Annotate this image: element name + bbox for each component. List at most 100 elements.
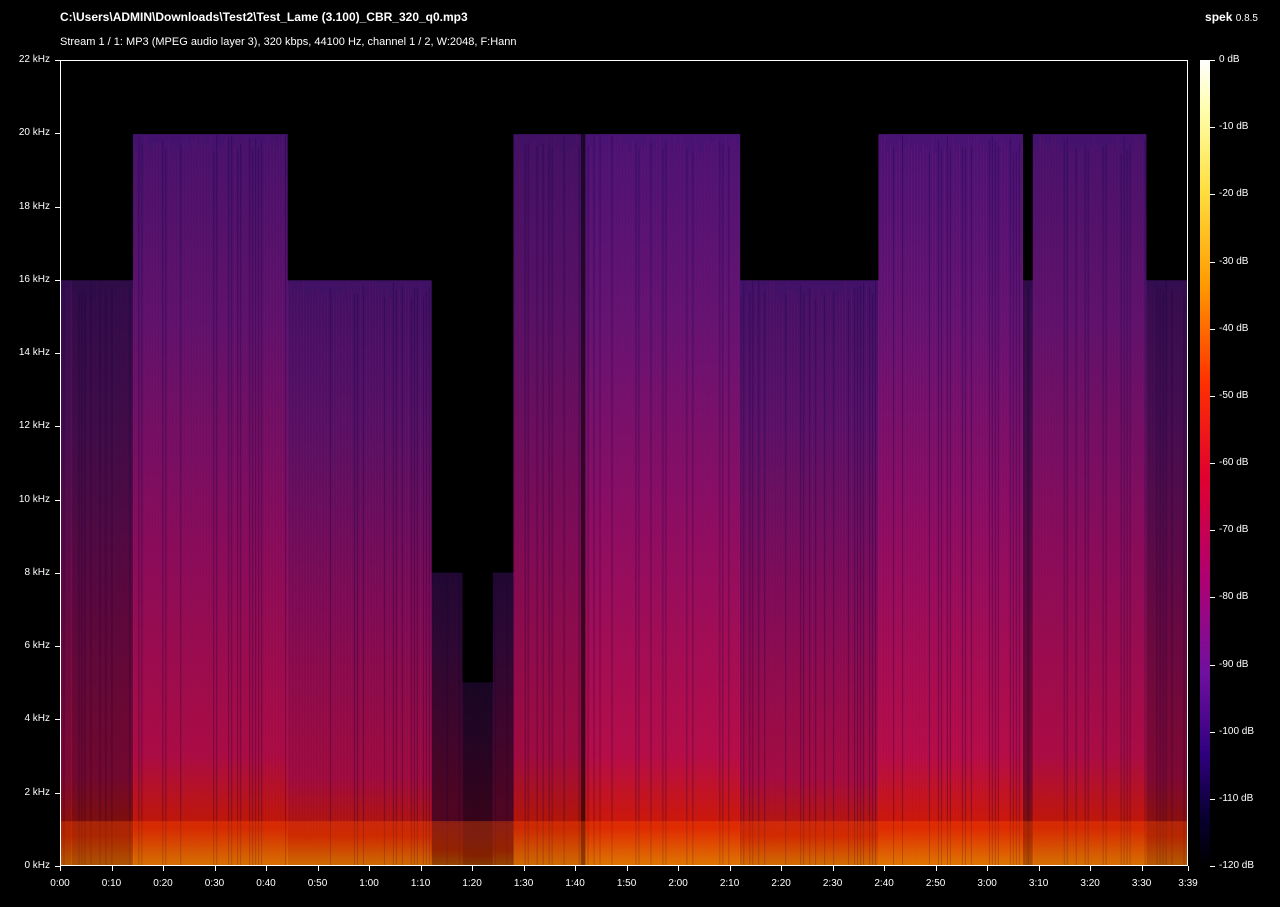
db-tick-mark bbox=[1210, 328, 1215, 330]
freq-tick-label: 10 kHz bbox=[18, 493, 50, 505]
time-tick-label: 2:50 bbox=[925, 878, 946, 889]
time-tick-mark bbox=[678, 866, 680, 871]
time-tick-label: 3:39 bbox=[1178, 878, 1198, 889]
time-tick-mark bbox=[987, 866, 989, 871]
spectrum-segment bbox=[1032, 134, 1147, 865]
time-tick-mark bbox=[60, 866, 61, 871]
time-tick-label: 3:10 bbox=[1028, 878, 1049, 889]
spectrum-segment bbox=[513, 134, 581, 865]
freq-tick-label: 0 kHz bbox=[24, 860, 50, 871]
time-tick-label: 0:50 bbox=[307, 878, 328, 889]
time-tick-mark bbox=[317, 866, 319, 871]
freq-tick-label: 20 kHz bbox=[18, 127, 50, 139]
time-tick-mark bbox=[1141, 866, 1143, 871]
time-tick-mark bbox=[781, 866, 783, 871]
time-tick-mark bbox=[472, 866, 474, 871]
db-tick-label: -60 dB bbox=[1219, 457, 1249, 468]
time-tick-mark bbox=[1188, 866, 1189, 871]
spectrogram-image bbox=[61, 134, 1187, 865]
time-tick-label: 3:20 bbox=[1080, 878, 1100, 889]
time-tick-label: 2:10 bbox=[719, 878, 740, 889]
freq-tick-label: 18 kHz bbox=[18, 200, 50, 212]
time-tick-label: 1:50 bbox=[616, 878, 637, 889]
db-tick-label: -40 dB bbox=[1219, 322, 1249, 334]
app-version: 0.8.5 bbox=[1235, 13, 1258, 24]
db-tick-mark bbox=[1210, 127, 1215, 129]
freq-tick-mark bbox=[55, 426, 60, 428]
db-color-scale bbox=[1200, 60, 1210, 866]
db-tick-label: -90 dB bbox=[1219, 658, 1249, 670]
file-path-title: C:\Users\ADMIN\Downloads\Test2\Test_Lame… bbox=[60, 10, 468, 24]
time-tick-mark bbox=[729, 866, 731, 871]
db-tick-mark bbox=[1210, 866, 1215, 867]
freq-tick-mark bbox=[55, 719, 60, 721]
db-tick-label: -20 dB bbox=[1219, 188, 1249, 200]
time-tick-label: 1:10 bbox=[410, 878, 431, 889]
db-tick-mark bbox=[1210, 731, 1215, 733]
freq-tick-label: 12 kHz bbox=[18, 420, 50, 432]
freq-tick-label: 2 kHz bbox=[24, 786, 50, 798]
time-tick-mark bbox=[369, 866, 371, 871]
time-tick-mark bbox=[214, 866, 216, 871]
db-tick-mark bbox=[1210, 597, 1215, 599]
freq-tick-label: 16 kHz bbox=[18, 273, 50, 285]
freq-tick-label: 22 kHz bbox=[18, 54, 50, 65]
time-tick-label: 0:40 bbox=[256, 878, 276, 889]
spectrum-segment bbox=[287, 280, 432, 865]
db-tick-label: -100 dB bbox=[1219, 725, 1255, 737]
time-tick-label: 2:30 bbox=[822, 878, 843, 889]
time-tick-label: 3:00 bbox=[977, 878, 997, 889]
db-tick-mark bbox=[1210, 395, 1215, 397]
time-tick-label: 1:30 bbox=[513, 878, 534, 889]
db-tick-label: -80 dB bbox=[1219, 591, 1249, 603]
db-tick-label: -110 dB bbox=[1219, 792, 1254, 804]
time-tick-label: 3:30 bbox=[1131, 878, 1152, 889]
time-tick-label: 1:40 bbox=[565, 878, 585, 889]
freq-tick-mark bbox=[55, 279, 60, 281]
time-tick-label: 2:20 bbox=[771, 878, 791, 889]
time-tick-mark bbox=[626, 866, 628, 871]
time-tick-mark bbox=[832, 866, 834, 871]
time-tick-mark bbox=[266, 866, 268, 871]
db-tick-label: -70 dB bbox=[1219, 524, 1249, 536]
time-tick-mark bbox=[1038, 866, 1040, 871]
db-tick-mark bbox=[1210, 463, 1215, 464]
time-tick-label: 2:40 bbox=[874, 878, 894, 889]
db-tick-mark bbox=[1210, 664, 1215, 666]
freq-tick-mark bbox=[55, 646, 60, 648]
freq-tick-mark bbox=[55, 60, 60, 61]
time-tick-label: 0:20 bbox=[153, 878, 173, 889]
db-tick-label: -10 dB bbox=[1219, 121, 1249, 133]
time-tick-mark bbox=[420, 866, 422, 871]
db-tick-label: -30 dB bbox=[1219, 255, 1249, 267]
time-tick-label: 0:00 bbox=[50, 878, 70, 889]
spectrogram-plot[interactable] bbox=[60, 60, 1188, 866]
time-tick-mark bbox=[884, 866, 886, 871]
db-tick-label: -120 dB bbox=[1219, 860, 1255, 871]
freq-tick-label: 4 kHz bbox=[24, 713, 50, 725]
freq-tick-mark bbox=[55, 206, 60, 208]
time-tick-mark bbox=[111, 866, 113, 871]
db-tick-mark bbox=[1210, 261, 1215, 263]
time-tick-label: 1:00 bbox=[359, 878, 379, 889]
time-tick-mark bbox=[575, 866, 577, 871]
freq-tick-mark bbox=[55, 133, 60, 135]
freq-tick-mark bbox=[55, 499, 60, 501]
freq-tick-label: 6 kHz bbox=[24, 640, 50, 652]
db-tick-label: 0 dB bbox=[1219, 54, 1240, 65]
time-tick-label: 0:10 bbox=[101, 878, 122, 889]
time-tick-label: 0:30 bbox=[204, 878, 225, 889]
low-frequency-band bbox=[61, 821, 1187, 865]
time-tick-label: 2:00 bbox=[668, 878, 688, 889]
freq-tick-mark bbox=[55, 572, 60, 574]
time-tick-mark bbox=[523, 866, 525, 871]
stream-info: Stream 1 / 1: MP3 (MPEG audio layer 3), … bbox=[60, 36, 517, 48]
app-name: spek bbox=[1205, 10, 1233, 24]
time-tick-mark bbox=[1090, 866, 1092, 871]
time-tick-label: 1:20 bbox=[462, 878, 482, 889]
freq-tick-label: 14 kHz bbox=[18, 347, 50, 359]
freq-tick-mark bbox=[55, 353, 60, 355]
db-tick-mark bbox=[1210, 194, 1215, 196]
db-tick-label: -50 dB bbox=[1219, 389, 1249, 401]
app-brand: spek 0.8.5 bbox=[1205, 10, 1258, 24]
